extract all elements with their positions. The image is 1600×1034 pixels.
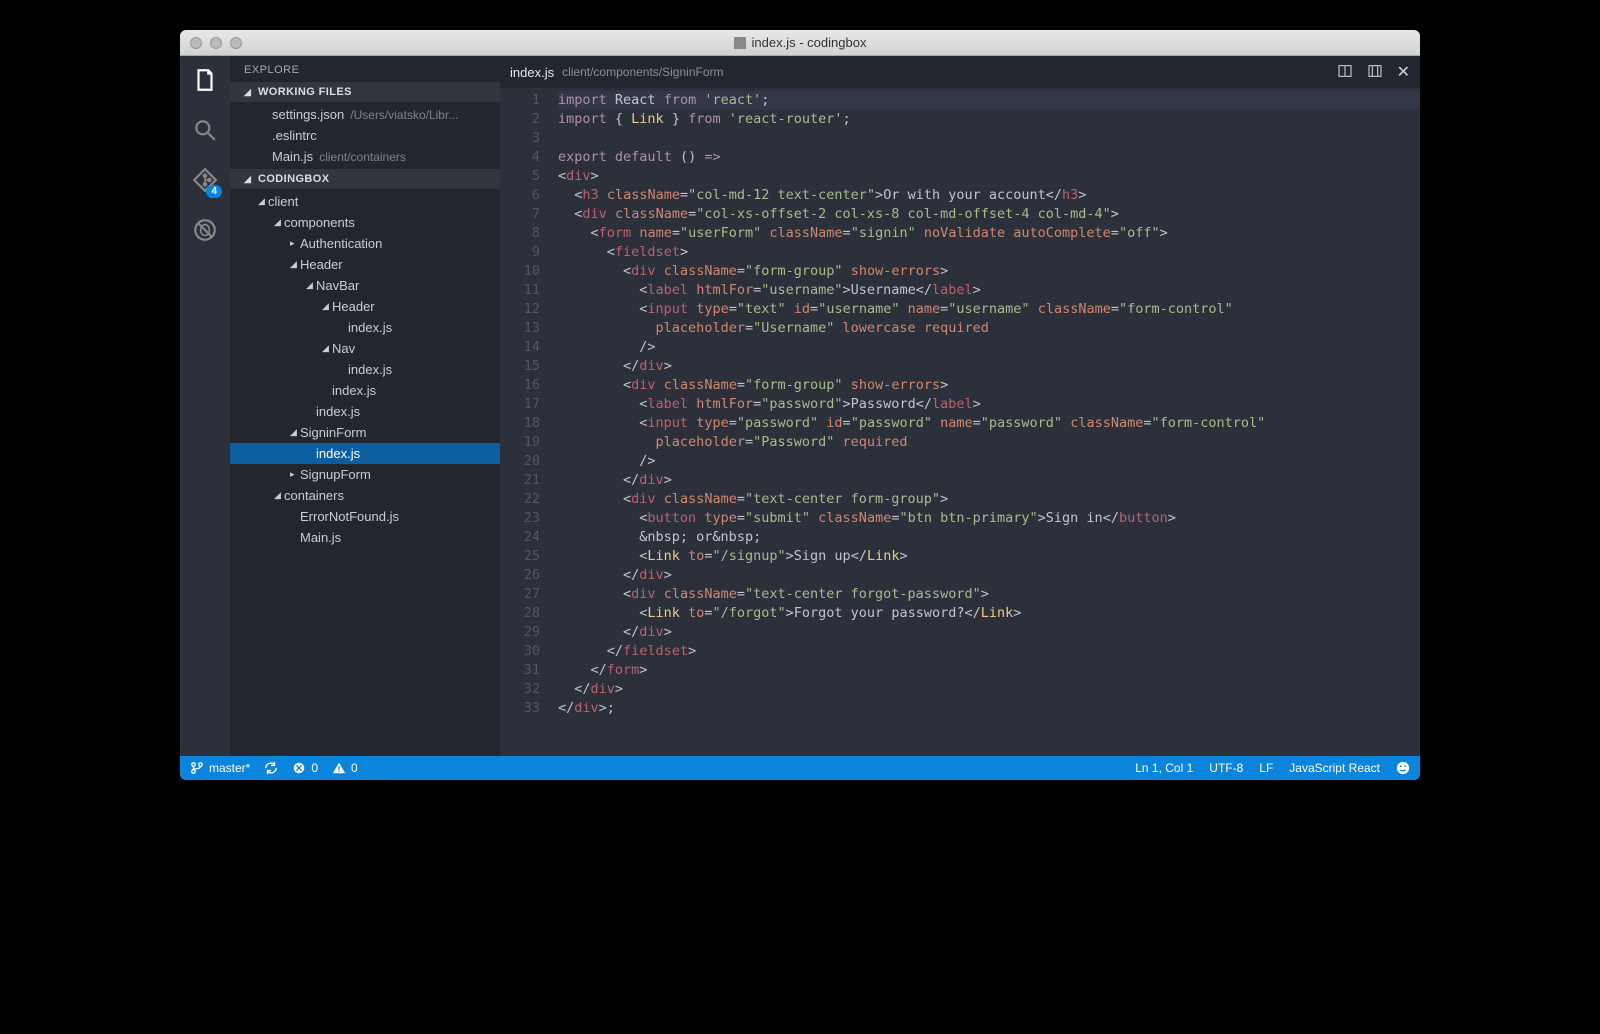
file-icon xyxy=(734,37,746,49)
file-item[interactable]: Main.js xyxy=(230,527,500,548)
folder-item[interactable]: ◢ NavBar xyxy=(230,275,500,296)
tab-filename[interactable]: index.js xyxy=(510,65,554,80)
window-title: index.js - codingbox xyxy=(180,35,1420,50)
project-label: CODINGBOX xyxy=(258,173,329,185)
traffic-lights xyxy=(190,37,242,49)
folder-item[interactable]: ◢ client xyxy=(230,191,500,212)
close-tab-icon[interactable]: ✕ xyxy=(1397,62,1410,82)
file-item[interactable]: index.js xyxy=(230,380,500,401)
feedback-icon[interactable] xyxy=(1396,761,1410,775)
status-bar: master* 0 0 Ln 1, Col 1 UTF-8 LF JavaScr… xyxy=(180,756,1420,780)
explorer-icon[interactable] xyxy=(191,66,219,94)
errors-status[interactable]: 0 xyxy=(292,761,318,775)
file-item[interactable]: index.js xyxy=(230,401,500,422)
folder-item[interactable]: ▸ Authentication xyxy=(230,233,500,254)
sync-icon[interactable] xyxy=(264,761,278,775)
cursor-position[interactable]: Ln 1, Col 1 xyxy=(1135,761,1193,775)
folder-item[interactable]: ▸ SignupForm xyxy=(230,464,500,485)
folder-item[interactable]: ◢ Nav xyxy=(230,338,500,359)
file-item[interactable]: index.js xyxy=(230,359,500,380)
working-files-header[interactable]: ◢ WORKING FILES xyxy=(230,82,500,102)
encoding-status[interactable]: UTF-8 xyxy=(1209,761,1243,775)
file-item[interactable]: index.js xyxy=(230,443,500,464)
working-file-item[interactable]: .eslintrc xyxy=(230,125,500,146)
file-item[interactable]: ErrorNotFound.js xyxy=(230,506,500,527)
more-icon[interactable] xyxy=(1367,63,1383,82)
code-content[interactable]: import React from 'react';import { Link … xyxy=(552,88,1420,756)
working-file-item[interactable]: Main.jsclient/containers xyxy=(230,146,500,167)
line-gutter: 1234567891011121314151617181920212223242… xyxy=(500,88,552,756)
maximize-window-button[interactable] xyxy=(230,37,242,49)
minimize-window-button[interactable] xyxy=(210,37,222,49)
sidebar: EXPLORE ◢ WORKING FILES settings.json/Us… xyxy=(230,56,500,756)
app-window: index.js - codingbox 4 EXPLORE ◢ WORKING… xyxy=(180,30,1420,780)
warnings-status[interactable]: 0 xyxy=(332,761,358,775)
activity-bar: 4 xyxy=(180,56,230,756)
chevron-down-icon: ◢ xyxy=(244,174,254,185)
folder-item[interactable]: ◢ Header xyxy=(230,254,500,275)
titlebar: index.js - codingbox xyxy=(180,30,1420,56)
branch-name: master* xyxy=(209,761,250,775)
debug-icon[interactable] xyxy=(191,216,219,244)
errors-count: 0 xyxy=(311,761,318,775)
folder-item[interactable]: ◢ components xyxy=(230,212,500,233)
git-badge: 4 xyxy=(206,185,222,198)
close-window-button[interactable] xyxy=(190,37,202,49)
chevron-down-icon: ◢ xyxy=(244,87,254,98)
eol-status[interactable]: LF xyxy=(1259,761,1273,775)
project-header[interactable]: ◢ CODINGBOX xyxy=(230,169,500,189)
editor-pane: index.js client/components/SigninForm ✕ … xyxy=(500,56,1420,756)
git-icon[interactable]: 4 xyxy=(191,166,219,194)
folder-item[interactable]: ◢ containers xyxy=(230,485,500,506)
file-item[interactable]: index.js xyxy=(230,317,500,338)
working-files-label: WORKING FILES xyxy=(258,86,352,98)
working-files-list: settings.json/Users/viatsko/Libr....esli… xyxy=(230,102,500,169)
tab-filepath: client/components/SigninForm xyxy=(562,65,723,79)
tab-actions: ✕ xyxy=(1337,62,1410,82)
sidebar-title: EXPLORE xyxy=(230,56,500,82)
file-tree: ◢ client◢ components▸ Authentication◢ He… xyxy=(230,189,500,550)
working-file-item[interactable]: settings.json/Users/viatsko/Libr... xyxy=(230,104,500,125)
folder-item[interactable]: ◢ Header xyxy=(230,296,500,317)
code-editor[interactable]: 1234567891011121314151617181920212223242… xyxy=(500,88,1420,756)
tab-bar: index.js client/components/SigninForm ✕ xyxy=(500,56,1420,88)
window-title-text: index.js - codingbox xyxy=(752,35,867,50)
split-editor-icon[interactable] xyxy=(1337,63,1353,82)
warnings-count: 0 xyxy=(351,761,358,775)
git-branch-status[interactable]: master* xyxy=(190,761,250,775)
folder-item[interactable]: ◢ SigninForm xyxy=(230,422,500,443)
language-mode[interactable]: JavaScript React xyxy=(1289,761,1380,775)
search-icon[interactable] xyxy=(191,116,219,144)
